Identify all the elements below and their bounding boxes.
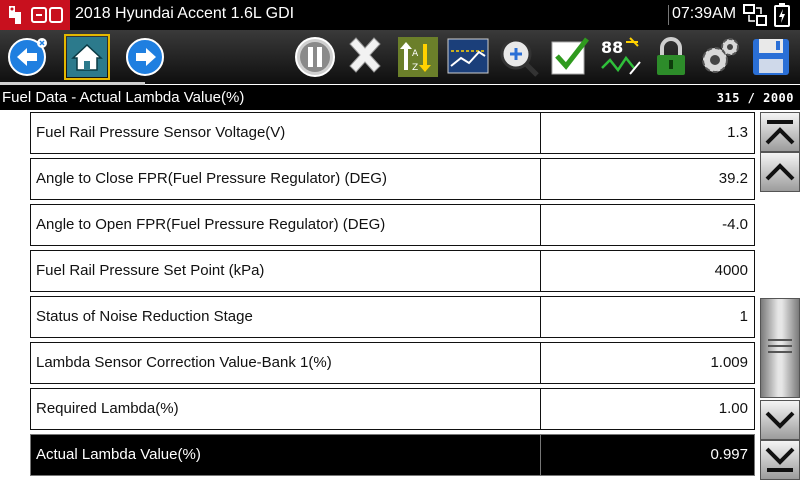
row-value: 1	[540, 296, 755, 338]
thumb-grip	[768, 339, 792, 341]
back-button[interactable]	[5, 34, 51, 80]
back-arrow-icon	[8, 38, 47, 76]
thumb-grip	[768, 351, 792, 353]
data-row-angle-close-fpr[interactable]: Angle to Close FPR(Fuel Pressure Regulat…	[30, 158, 755, 200]
data-row-noise-reduction-stage[interactable]: Status of Noise Reduction Stage 1	[30, 296, 755, 338]
data-list-title: Fuel Data - Actual Lambda Value(%)	[2, 89, 245, 106]
vehicle-title: 2018 Hyundai Accent 1.6L GDI	[75, 5, 295, 22]
home-button[interactable]	[64, 34, 110, 80]
vci-connection-icon	[743, 4, 767, 26]
graph-button[interactable]	[445, 34, 491, 80]
battery-icon	[774, 3, 790, 27]
row-value: 1.3	[540, 112, 755, 154]
row-name: Fuel Rail Pressure Sensor Voltage(V)	[30, 112, 542, 154]
custom-list-button[interactable]	[547, 34, 593, 80]
svg-text:Z: Z	[412, 63, 418, 73]
data-list-header: Fuel Data - Actual Lambda Value(%) 315 /…	[0, 85, 800, 110]
scroll-top-icon	[765, 120, 795, 145]
scroll-bottom-icon	[765, 447, 795, 472]
zoom-button[interactable]	[496, 34, 542, 80]
forward-arrow-icon	[126, 38, 164, 76]
row-value: 0.997	[540, 434, 755, 476]
row-name: Lambda Sensor Correction Value-Bank 1(%)	[30, 342, 542, 384]
lock-icon	[657, 37, 685, 75]
toolbar: A Z 88	[0, 30, 800, 85]
row-name: Required Lambda(%)	[30, 388, 542, 430]
zoom-icon	[500, 38, 539, 77]
row-value: 4000	[540, 250, 755, 292]
units-button[interactable]: 88	[598, 34, 644, 80]
title-bar: 2018 Hyundai Accent 1.6L GDI 07:39AM	[0, 0, 800, 30]
row-value: 39.2	[540, 158, 755, 200]
row-value: 1.00	[540, 388, 755, 430]
logo-mark-icon	[9, 6, 21, 24]
row-name: Status of Noise Reduction Stage	[30, 296, 542, 338]
graph-icon	[447, 38, 489, 74]
row-value: 1.009	[540, 342, 755, 384]
settings-button[interactable]	[697, 34, 743, 80]
data-row-actual-lambda[interactable]: Actual Lambda Value(%) 0.997	[30, 434, 755, 476]
save-button[interactable]	[748, 34, 794, 80]
svg-text:A: A	[412, 49, 419, 59]
lock-button[interactable]	[648, 34, 694, 80]
data-row-lambda-correction-bank1[interactable]: Lambda Sensor Correction Value-Bank 1(%)…	[30, 342, 755, 384]
pid-count: 315 / 2000	[716, 91, 794, 105]
data-row-fuel-rail-pressure-set-point[interactable]: Fuel Rail Pressure Set Point (kPa) 4000	[30, 250, 755, 292]
checkmark-icon	[551, 37, 589, 75]
thumb-grip	[768, 345, 792, 347]
data-row-angle-open-fpr[interactable]: Angle to Open FPR(Fuel Pressure Regulato…	[30, 204, 755, 246]
scroll-thumb[interactable]	[760, 298, 800, 398]
sort-button[interactable]: A Z	[395, 34, 441, 80]
home-icon	[67, 37, 107, 77]
pause-button[interactable]	[292, 34, 338, 80]
scroll-up-button[interactable]	[760, 152, 800, 192]
title-separator	[668, 5, 669, 25]
save-icon	[753, 39, 789, 75]
forward-button[interactable]	[122, 34, 168, 80]
x-icon	[349, 37, 381, 73]
scrollbar[interactable]	[760, 110, 800, 480]
scroll-bottom-button[interactable]	[760, 440, 800, 480]
scroll-up-icon	[765, 163, 795, 181]
row-value: -4.0	[540, 204, 755, 246]
row-name: Actual Lambda Value(%)	[30, 434, 542, 476]
row-name: Fuel Rail Pressure Set Point (kPa)	[30, 250, 542, 292]
snap-on-logo	[0, 0, 70, 30]
scroll-down-icon	[765, 411, 795, 429]
scan-tool-icon	[31, 7, 63, 23]
clear-button[interactable]	[342, 34, 388, 80]
row-name: Angle to Open FPR(Fuel Pressure Regulato…	[30, 204, 542, 246]
gear-icon	[702, 38, 739, 73]
row-name: Angle to Close FPR(Fuel Pressure Regulat…	[30, 158, 542, 200]
sort-icon: A Z	[398, 37, 438, 77]
clock: 07:39AM	[672, 5, 737, 22]
pause-icon	[295, 37, 335, 77]
data-row-fuel-rail-pressure-voltage[interactable]: Fuel Rail Pressure Sensor Voltage(V) 1.3	[30, 112, 755, 154]
scroll-top-button[interactable]	[760, 112, 800, 152]
data-row-required-lambda[interactable]: Required Lambda(%) 1.00	[30, 388, 755, 430]
svg-text:88: 88	[601, 38, 623, 57]
scroll-down-button[interactable]	[760, 400, 800, 440]
units-icon: 88	[601, 37, 641, 75]
